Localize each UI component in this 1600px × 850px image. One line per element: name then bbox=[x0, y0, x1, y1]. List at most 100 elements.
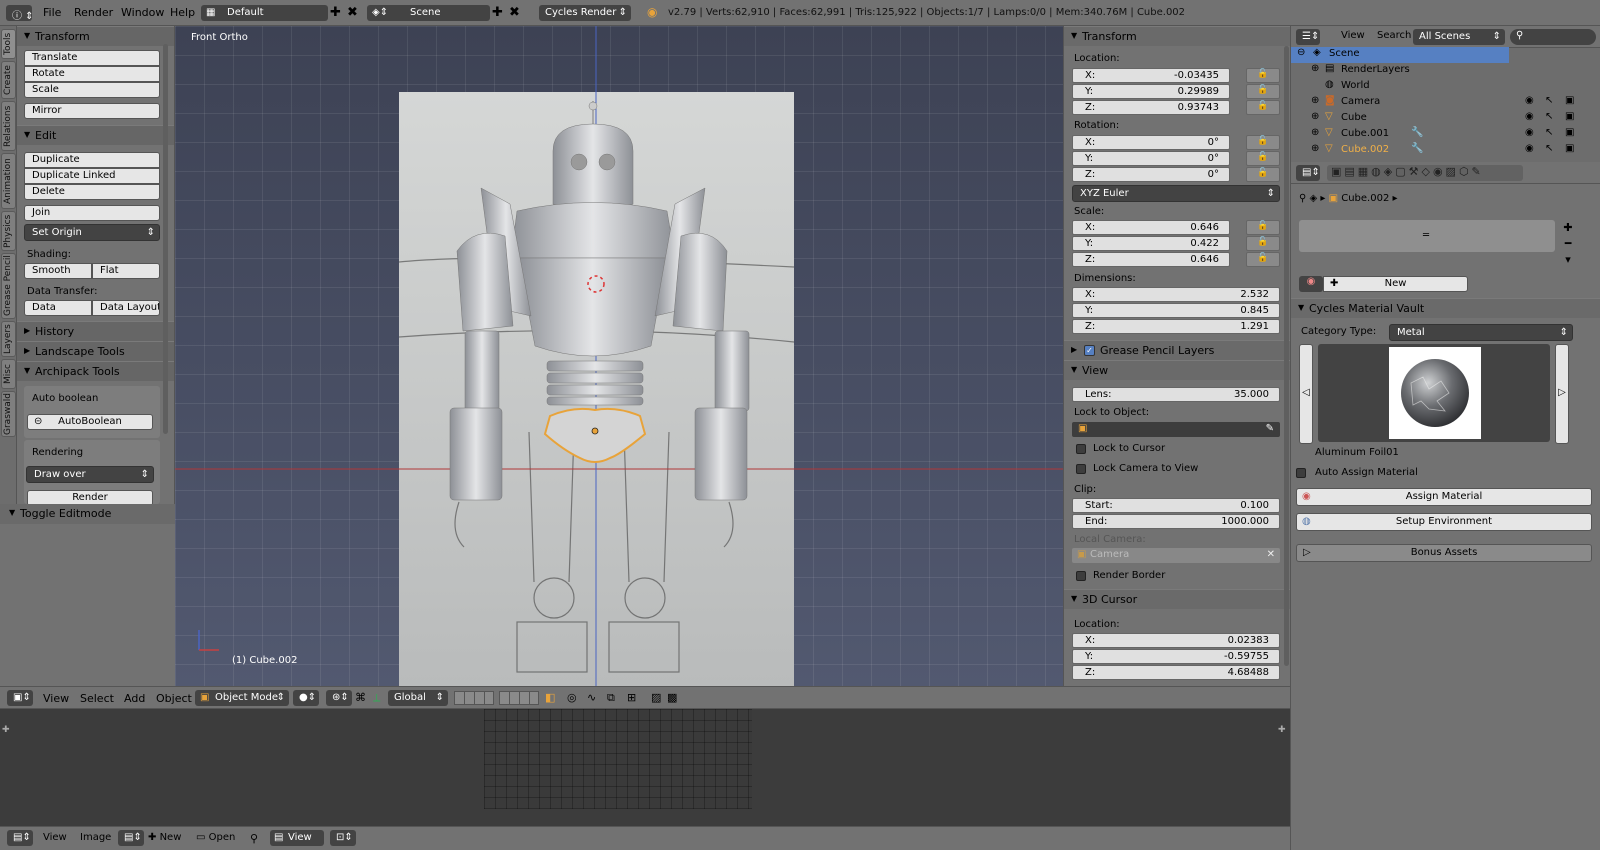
menu-object[interactable]: Object bbox=[156, 692, 192, 705]
lock-icon[interactable]: 🔓 bbox=[1246, 135, 1280, 150]
properties-scrollbar[interactable] bbox=[1284, 46, 1289, 666]
panel-edit-header[interactable]: ▼ Edit bbox=[17, 125, 174, 145]
data-button[interactable]: Data bbox=[24, 300, 92, 316]
lock-icon[interactable]: 🔓 bbox=[1246, 151, 1280, 166]
grease-pencil-layers-header[interactable]: ▶ ✓ Grease Pencil Layers bbox=[1064, 340, 1290, 360]
outliner-row-scene[interactable]: ⊖ ◈ Scene bbox=[1291, 47, 1509, 63]
visibility-eye-icon[interactable]: ◉ bbox=[1525, 143, 1534, 154]
data-layout-button[interactable]: Data Layout bbox=[92, 300, 160, 316]
material-thumbnail[interactable] bbox=[1389, 347, 1481, 439]
clip-end-field[interactable]: End: 1000.000 bbox=[1072, 514, 1280, 529]
interaction-mode-select[interactable]: ▣ Object Mode ⇕ bbox=[195, 690, 289, 706]
outliner-row-cube[interactable]: ⊕ ▽ Cube ◉ ↖ ▣ bbox=[1291, 111, 1600, 127]
remove-slot-icon[interactable]: ━ bbox=[1565, 237, 1572, 250]
dimensions-y-field[interactable]: Y: 0.845 bbox=[1072, 303, 1280, 318]
new-material-button[interactable]: ✚ New bbox=[1323, 276, 1468, 292]
panel-transform-header[interactable]: ▼ Transform bbox=[17, 26, 174, 46]
mode-select[interactable]: ▤ View bbox=[270, 830, 324, 846]
lock-icon[interactable]: 🔓 bbox=[1246, 167, 1280, 182]
outliner-row-world[interactable]: ◍ World bbox=[1291, 79, 1600, 95]
expand-toggle-icon[interactable]: ⊕ bbox=[1311, 95, 1319, 106]
pin-icon[interactable]: ⚲ ◈ ▸ bbox=[1299, 193, 1329, 204]
auto-assign-checkbox[interactable] bbox=[1296, 468, 1306, 478]
lock-to-cursor-checkbox[interactable] bbox=[1076, 444, 1086, 454]
menu-view[interactable]: View bbox=[43, 692, 69, 705]
delete-button[interactable]: Delete bbox=[24, 184, 160, 200]
rotation-mode-select[interactable]: XYZ Euler ⇕ bbox=[1072, 185, 1280, 202]
material-browse-button[interactable]: ◉ bbox=[1299, 276, 1323, 292]
previous-material-button[interactable]: ◁ bbox=[1299, 344, 1313, 444]
lens-field[interactable]: Lens: 35.000 bbox=[1072, 387, 1280, 402]
outliner-row-cube-001[interactable]: ⊕ ▽ Cube.001 🔧 ◉ ↖ ▣ bbox=[1291, 127, 1600, 143]
set-origin-select[interactable]: Set Origin ⇕ bbox=[24, 224, 160, 241]
lock-icon[interactable]: 🔓 bbox=[1246, 236, 1280, 251]
menu-file[interactable]: File bbox=[43, 6, 61, 19]
bonus-assets-button[interactable]: ▷ Bonus Assets bbox=[1296, 544, 1592, 562]
cursor-y-field[interactable]: Y: -0.59755 bbox=[1072, 649, 1280, 664]
manipulator-toggle-icon[interactable]: ⌘ bbox=[355, 691, 366, 704]
menu-select[interactable]: Select bbox=[80, 692, 114, 705]
editor-type-image-button[interactable]: ▤⇕ bbox=[7, 830, 33, 846]
pin-icon[interactable]: ⚲ bbox=[250, 832, 258, 845]
flat-button[interactable]: Flat bbox=[92, 263, 160, 279]
menu-view[interactable]: View bbox=[43, 832, 67, 843]
location-y-field[interactable]: Y: 0.29989 bbox=[1072, 84, 1230, 99]
scale-z-field[interactable]: Z: 0.646 bbox=[1072, 252, 1230, 267]
select-cursor-icon[interactable]: ↖ bbox=[1545, 127, 1553, 138]
proportional-edit-icon[interactable]: ◎ bbox=[567, 691, 577, 704]
menu-add[interactable]: Add bbox=[124, 692, 145, 705]
local-camera-field[interactable]: ▣ Camera ✕ bbox=[1072, 548, 1280, 563]
render-camera-icon[interactable]: ▣ bbox=[1565, 127, 1574, 138]
render-engine-select[interactable]: Cycles Render ⇕ bbox=[539, 5, 631, 21]
pivot-point-select[interactable]: ⊛⇕ bbox=[326, 690, 352, 706]
select-cursor-icon[interactable]: ↖ bbox=[1545, 95, 1553, 106]
outliner-search-field[interactable]: ⚲ bbox=[1510, 29, 1596, 45]
viewport-shading-select[interactable]: ●⇕ bbox=[293, 690, 319, 706]
menu-image[interactable]: Image bbox=[80, 832, 111, 843]
expand-toggle-icon[interactable]: ⊕ bbox=[1311, 127, 1319, 138]
scale-x-field[interactable]: X: 0.646 bbox=[1072, 220, 1230, 235]
draw-over-select[interactable]: Draw over ⇕ bbox=[26, 466, 154, 483]
lock-icon[interactable]: 🔓 bbox=[1246, 84, 1280, 99]
rotate-button[interactable]: Rotate bbox=[24, 66, 160, 82]
rotation-x-field[interactable]: X: 0° bbox=[1072, 135, 1230, 150]
scale-button[interactable]: Scale bbox=[24, 82, 160, 98]
display-mode-select[interactable]: All Scenes ⇕ bbox=[1413, 29, 1505, 45]
remove-layout-icon[interactable]: ✖ bbox=[347, 5, 358, 20]
lock-icon[interactable]: 🔓 bbox=[1246, 100, 1280, 115]
outliner-row-renderlayers[interactable]: ⊕ ▤ RenderLayers bbox=[1291, 63, 1600, 79]
layer-buttons-left[interactable] bbox=[454, 691, 494, 705]
menu-view[interactable]: View bbox=[1341, 30, 1365, 41]
tab-physics[interactable]: Physics bbox=[1, 211, 16, 251]
region-toggle-icon[interactable]: ✚ bbox=[1278, 725, 1286, 735]
smooth-button[interactable]: Smooth bbox=[24, 263, 92, 279]
tab-animation[interactable]: Animation bbox=[1, 153, 16, 209]
panel-landscape-header[interactable]: ▶ Landscape Tools bbox=[17, 341, 174, 361]
outliner-row-camera[interactable]: ⊕ ◙ Camera ◉ ↖ ▣ bbox=[1291, 95, 1600, 111]
assign-material-button[interactable]: ◉ Assign Material bbox=[1296, 488, 1592, 506]
render-border-checkbox[interactable] bbox=[1076, 571, 1086, 581]
opengl-animation-icon[interactable]: ▩ bbox=[667, 691, 677, 704]
render-camera-icon[interactable]: ▣ bbox=[1565, 95, 1574, 106]
scene-select[interactable]: ◈⇕ Scene bbox=[367, 5, 490, 21]
3d-cursor-panel-header[interactable]: ▼ 3D Cursor bbox=[1064, 589, 1290, 609]
pivot-select[interactable]: ⊡⇕ bbox=[330, 830, 356, 846]
render-tab-icon[interactable]: ▣▤▦◍◈▢⚒◇◉▨⬡✎ bbox=[1331, 165, 1484, 178]
mirror-button[interactable]: Mirror bbox=[24, 103, 160, 119]
material-slots-list[interactable]: ═ bbox=[1299, 220, 1555, 252]
visibility-eye-icon[interactable]: ◉ bbox=[1525, 95, 1534, 106]
transform-panel-header[interactable]: ▼ Transform bbox=[1064, 26, 1290, 46]
lock-icon[interactable]: 🔓 bbox=[1246, 252, 1280, 267]
expand-toggle-icon[interactable]: ⊕ bbox=[1311, 63, 1319, 74]
setup-environment-button[interactable]: ◍ Setup Environment bbox=[1296, 513, 1592, 531]
menu-window[interactable]: Window bbox=[121, 6, 164, 19]
tab-misc[interactable]: Misc bbox=[1, 359, 16, 389]
toggle-editmode-header[interactable]: ▼ Toggle Editmode bbox=[0, 504, 175, 524]
cursor-x-field[interactable]: X: 0.02383 bbox=[1072, 633, 1280, 648]
translate-button[interactable]: Translate bbox=[24, 50, 160, 66]
lock-icon[interactable]: 🔓 bbox=[1246, 68, 1280, 83]
region-toggle-icon[interactable]: ✚ bbox=[2, 725, 10, 735]
image-browse-button[interactable]: ▤⇕ bbox=[118, 830, 144, 846]
editor-type-properties-button[interactable]: ▤⇕ bbox=[1296, 165, 1320, 181]
transform-orientation-select[interactable]: Global ⇕ bbox=[388, 690, 448, 706]
